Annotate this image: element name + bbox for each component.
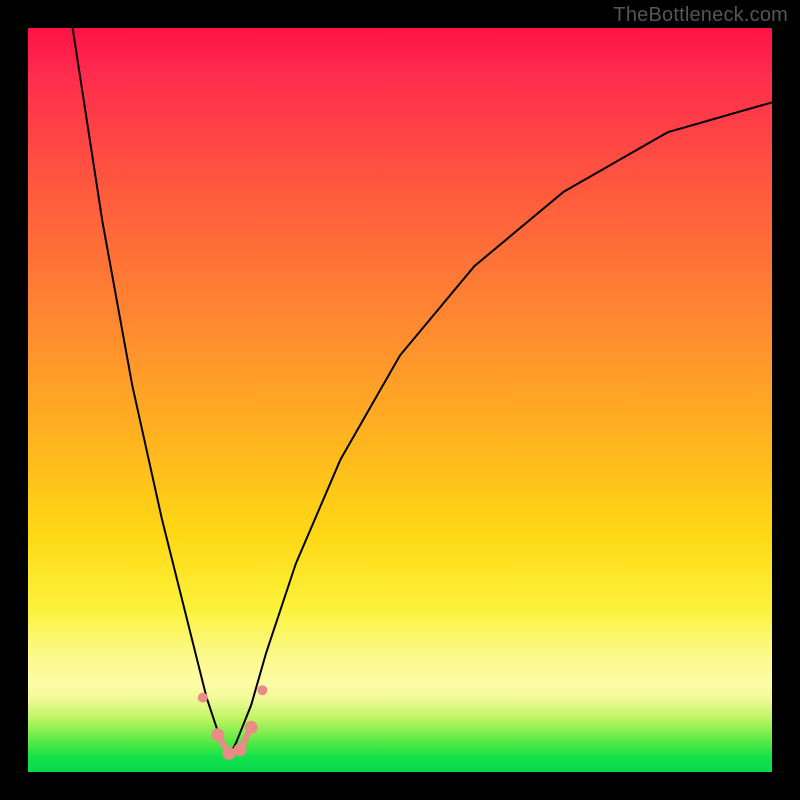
highlight-dot <box>222 747 235 760</box>
highlight-dots <box>198 685 268 760</box>
highlight-dot <box>198 693 208 703</box>
highlight-dot <box>211 728 224 741</box>
highlight-dot <box>245 721 258 734</box>
bottleneck-curve <box>28 28 772 772</box>
chart-frame: TheBottleneck.com <box>0 0 800 800</box>
highlight-dot <box>257 685 267 695</box>
watermark-text: TheBottleneck.com <box>613 4 788 27</box>
chart-plot-area <box>28 28 772 772</box>
curve-path <box>73 28 772 757</box>
highlight-dot <box>234 743 247 756</box>
